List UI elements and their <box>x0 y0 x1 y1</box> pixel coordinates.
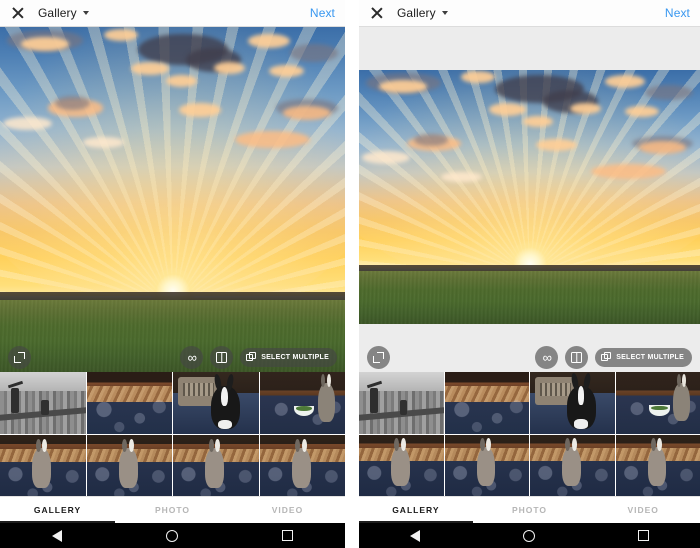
select-multiple-button[interactable]: SELECT MULTIPLE <box>595 348 692 367</box>
gallery-grid-right <box>359 372 700 496</box>
cloud <box>414 134 448 147</box>
preview-toolbar-right: ∞ SELECT MULTIPLE <box>359 342 700 372</box>
cloud <box>489 103 527 116</box>
gallery-title-right[interactable]: Gallery <box>397 4 448 22</box>
tab-photo[interactable]: PHOTO <box>115 497 230 523</box>
android-navbar-left <box>0 523 345 548</box>
thumbnail-rabbit-on-rug-1[interactable] <box>0 435 86 497</box>
recents-icon[interactable] <box>638 530 649 541</box>
cloud <box>214 62 245 74</box>
app-header-left: Gallery Next <box>0 0 345 27</box>
app-header-right: Gallery Next <box>359 0 700 27</box>
expand-icon <box>373 352 384 363</box>
cloud <box>269 65 304 77</box>
app-screen-right: Gallery Next <box>359 0 700 523</box>
layout-button[interactable] <box>565 346 588 369</box>
layout-icon <box>571 352 582 363</box>
select-multiple-icon <box>601 352 611 362</box>
bottom-tabs-left: GALLERY PHOTO VIDEO <box>0 496 345 523</box>
cloud <box>379 80 427 93</box>
infinity-icon: ∞ <box>188 351 196 364</box>
phone-panel-left: Gallery Next <box>0 0 345 548</box>
thumbnail-rabbit-on-rug-1[interactable] <box>359 435 444 497</box>
grass-field <box>359 271 700 324</box>
tab-video[interactable]: VIDEO <box>586 497 700 523</box>
tab-gallery[interactable]: GALLERY <box>359 497 473 523</box>
select-multiple-label: SELECT MULTIPLE <box>616 354 684 361</box>
chevron-down-icon <box>83 11 89 15</box>
cloud <box>639 141 687 154</box>
thumbnail-rabbit-on-persian-rug[interactable] <box>445 372 530 434</box>
cloud <box>179 103 220 117</box>
chevron-down-icon <box>442 11 448 15</box>
next-button[interactable]: Next <box>310 6 335 20</box>
thumbnail-rabbit-on-rug-3[interactable] <box>530 435 615 497</box>
cloud <box>591 164 666 179</box>
thumbnail-bw-skyscraper-workers[interactable] <box>359 372 444 434</box>
expand-button[interactable] <box>367 346 390 369</box>
home-icon[interactable] <box>523 530 535 542</box>
expand-icon <box>14 352 25 363</box>
tab-photo[interactable]: PHOTO <box>473 497 587 523</box>
cloud <box>362 151 410 164</box>
phone-panel-right: Gallery Next <box>359 0 700 548</box>
bottom-tabs-right: GALLERY PHOTO VIDEO <box>359 496 700 523</box>
select-multiple-button[interactable]: SELECT MULTIPLE <box>240 348 337 367</box>
selected-photo-left[interactable] <box>0 27 345 372</box>
cloud <box>55 96 90 110</box>
boomerang-button[interactable]: ∞ <box>535 346 558 369</box>
preview-toolbar-right-group: ∞ SELECT MULTIPLE <box>180 346 337 369</box>
recents-icon[interactable] <box>282 530 293 541</box>
cloud <box>290 44 338 61</box>
thumbnail-rabbit-on-persian-rug[interactable] <box>87 372 173 434</box>
thumbnail-rabbit-on-rug-2[interactable] <box>87 435 173 497</box>
cloud <box>625 106 659 117</box>
thumbnail-black-white-rabbit-by-crate[interactable] <box>530 372 615 434</box>
cloud <box>248 34 289 48</box>
photo-preview-right[interactable]: ∞ SELECT MULTIPLE <box>359 27 700 372</box>
layout-icon <box>216 352 227 363</box>
thumbnail-rabbit-with-food-bowl[interactable] <box>616 372 700 434</box>
close-icon[interactable] <box>10 6 24 20</box>
thumbnail-rabbit-with-food-bowl[interactable] <box>260 372 346 434</box>
thumbnail-bw-skyscraper-workers[interactable] <box>0 372 86 434</box>
thumbnail-rabbit-on-rug-3[interactable] <box>173 435 259 497</box>
select-multiple-label: SELECT MULTIPLE <box>261 354 329 361</box>
preview-toolbar-left: ∞ SELECT MULTIPLE <box>0 342 345 372</box>
thumbnail-rabbit-on-rug-2[interactable] <box>445 435 530 497</box>
gallery-title-left[interactable]: Gallery <box>38 4 89 22</box>
infinity-icon: ∞ <box>543 351 551 364</box>
layout-button[interactable] <box>210 346 233 369</box>
android-navbar-right <box>359 523 700 548</box>
screenshot-stage: Gallery Next <box>0 0 700 548</box>
boomerang-button[interactable]: ∞ <box>180 346 203 369</box>
select-multiple-icon <box>246 352 256 362</box>
tab-video[interactable]: VIDEO <box>230 497 345 523</box>
back-icon[interactable] <box>52 530 62 542</box>
gallery-grid-left <box>0 372 345 498</box>
cloud <box>605 75 646 88</box>
cloud <box>131 62 169 76</box>
thumbnail-rabbit-on-rug-4[interactable] <box>616 435 700 497</box>
cloud <box>104 29 139 41</box>
photo-preview-left[interactable]: ∞ SELECT MULTIPLE <box>0 27 345 372</box>
home-icon[interactable] <box>166 530 178 542</box>
app-screen-left: Gallery Next <box>0 0 345 523</box>
thumbnail-rabbit-on-rug-4[interactable] <box>260 435 346 497</box>
tab-gallery[interactable]: GALLERY <box>0 497 115 523</box>
cloud <box>441 172 482 182</box>
thumbnail-black-white-rabbit-by-crate[interactable] <box>173 372 259 434</box>
cloud <box>83 137 124 147</box>
cloud <box>461 71 495 82</box>
back-icon[interactable] <box>410 530 420 542</box>
selected-photo-right[interactable] <box>359 70 700 324</box>
next-button[interactable]: Next <box>665 6 690 20</box>
close-icon[interactable] <box>369 6 383 20</box>
cloud <box>235 131 311 148</box>
expand-button[interactable] <box>8 346 31 369</box>
preview-toolbar-right-group: ∞ SELECT MULTIPLE <box>535 346 692 369</box>
